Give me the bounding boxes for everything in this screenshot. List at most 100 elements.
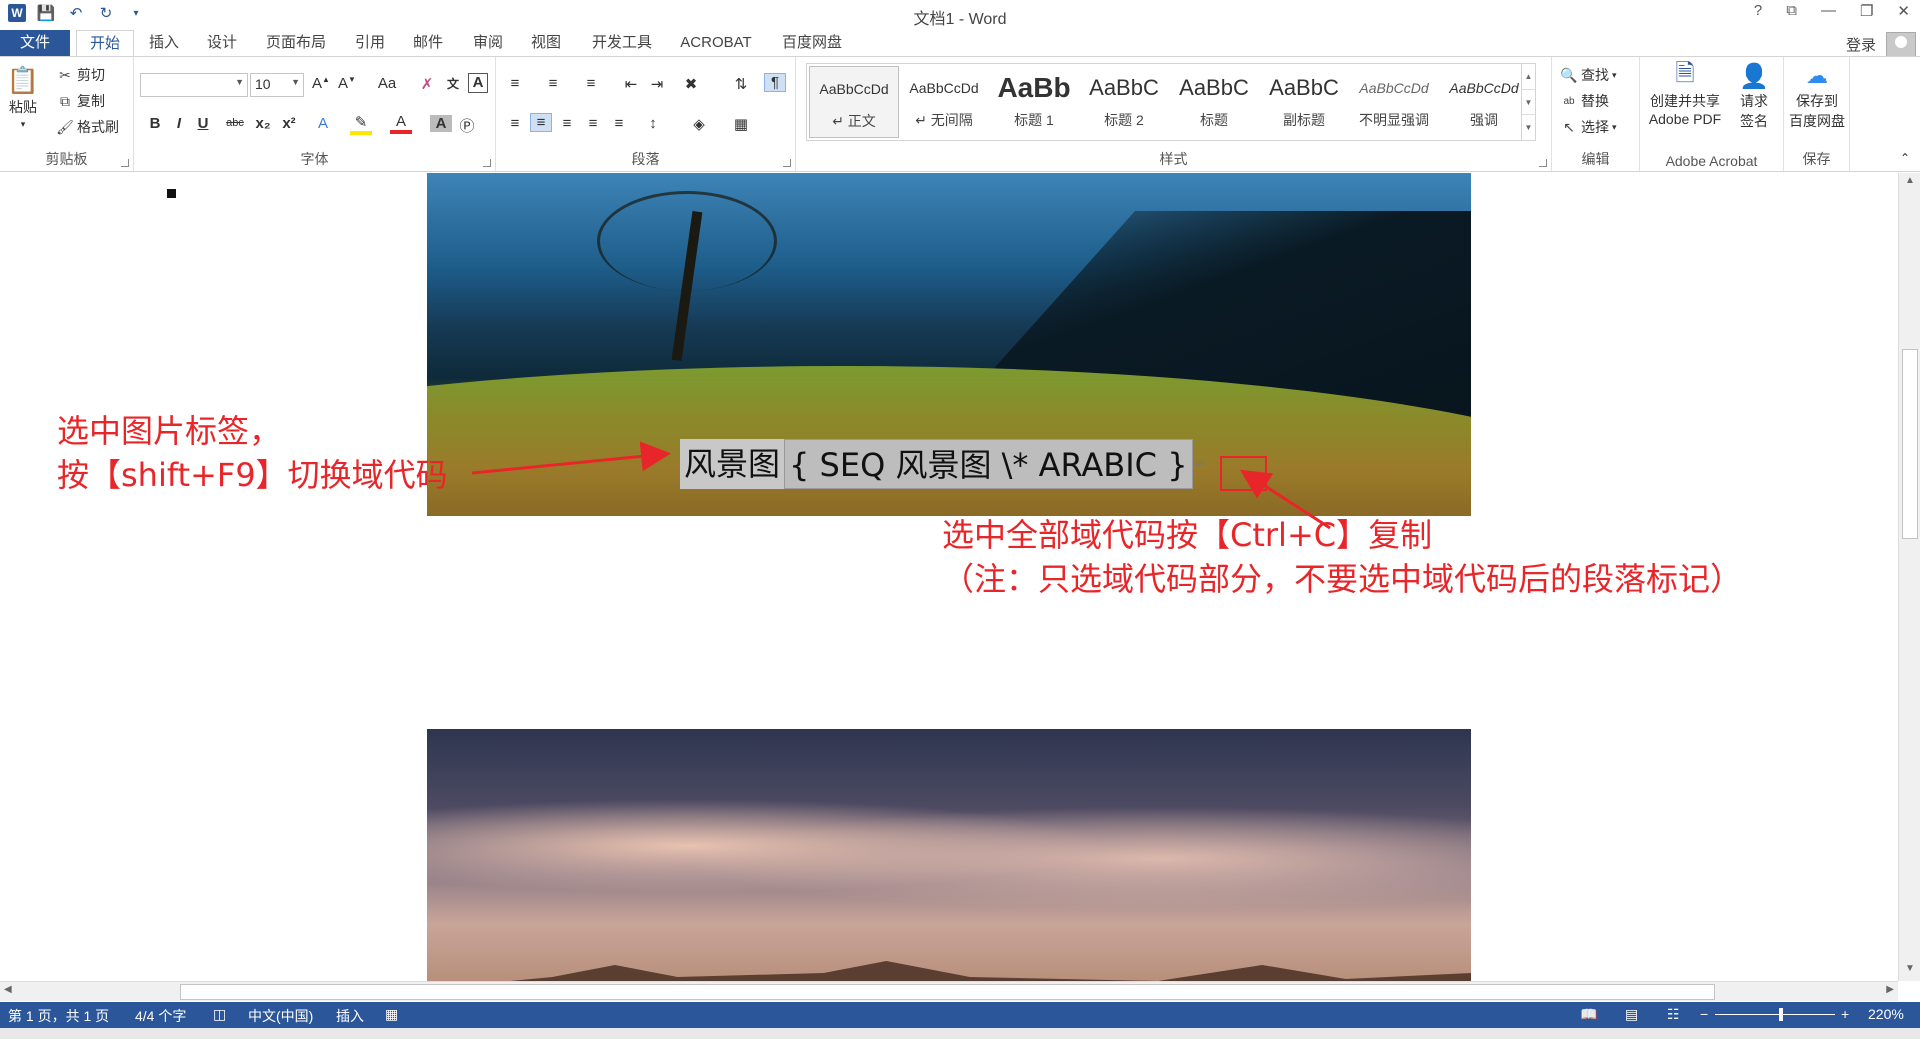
underline-button[interactable]: U [192,115,214,132]
tab-mailings[interactable]: 邮件 [404,30,452,56]
borders-icon[interactable]: ▦ [730,115,752,133]
login-link[interactable]: 登录 [1846,34,1876,55]
zoom-slider[interactable] [1715,1008,1835,1021]
style-title[interactable]: AaBbC 标题 [1169,66,1259,138]
tab-review[interactable]: 审阅 [464,30,512,56]
tab-home[interactable]: 开始 [76,30,134,57]
document-canvas[interactable]: 选中图片标签， 按【shift+F9】切换域代码 风景图 { SEQ 风景图 \… [0,173,1898,981]
collapse-ribbon-icon[interactable]: ⌃ [1900,151,1910,165]
char-border-icon[interactable]: A [468,73,488,93]
tab-baidu-netdisk[interactable]: 百度网盘 [772,30,852,56]
bold-button[interactable]: B [144,115,166,132]
bullets-icon[interactable]: ≡ [504,75,526,92]
landscape-image-2[interactable] [427,729,1471,981]
avatar[interactable] [1886,32,1916,58]
vertical-scrollbar[interactable]: ▲ ▼ [1898,173,1920,981]
scroll-right-icon[interactable]: ▶ [1886,984,1894,995]
scroll-thumb[interactable] [180,984,1715,1000]
font-launcher-icon[interactable] [483,159,491,167]
italic-button[interactable]: I [168,115,190,132]
numbering-icon[interactable]: ≡ [542,75,564,92]
phonetic-guide-icon[interactable]: 文 [442,75,464,92]
style-emphasis[interactable]: AaBbCcDd 强调 [1439,66,1529,138]
more-styles-icon[interactable]: ▼ [1522,114,1535,139]
zoom-in-icon[interactable]: + [1841,1006,1849,1022]
increase-indent-icon[interactable]: ⇥ [646,75,668,93]
style-heading-2[interactable]: AaBbC 标题 2 [1079,66,1169,138]
chevron-down-icon[interactable]: ▼ [1522,89,1535,114]
find-button[interactable]: 🔍 查找 ▾ [1560,65,1616,85]
sort-icon[interactable]: ⇅ [730,75,752,93]
replace-button[interactable]: ab 替换 [1560,91,1609,111]
justify-icon[interactable]: ≡ [582,115,604,132]
style-heading-1[interactable]: AaBb 标题 1 [989,66,1079,138]
print-layout-icon[interactable]: ▤ [1625,1006,1638,1023]
show-marks-icon[interactable]: ¶ [764,73,786,92]
style-subtle-emphasis[interactable]: AaBbCcDd 不明显强调 [1349,66,1439,138]
subscript-button[interactable]: x₂ [252,115,274,132]
strikethrough-button[interactable]: abc [222,117,248,129]
ribbon-display-icon[interactable]: ⧉ [1786,2,1797,20]
close-icon[interactable]: ✕ [1897,2,1910,20]
proofing-icon[interactable]: ◫ [213,1006,226,1023]
scroll-down-icon[interactable]: ▼ [1902,963,1918,979]
tab-developer[interactable]: 开发工具 [582,30,662,56]
styles-launcher-icon[interactable] [1539,159,1547,167]
macro-icon[interactable]: ▦ [385,1006,398,1023]
page-indicator[interactable]: 第 1 页，共 1 页 [8,1006,109,1026]
enclose-char-icon[interactable]: Ⓟ [456,115,478,136]
tab-view[interactable]: 视图 [522,30,570,56]
align-right-icon[interactable]: ≡ [556,115,578,132]
line-spacing-icon[interactable]: ↕ [642,115,664,132]
tab-page-layout[interactable]: 页面布局 [258,30,334,56]
style-subtitle[interactable]: AaBbC 副标题 [1259,66,1349,138]
tab-file[interactable]: 文件 [0,30,70,56]
highlight-icon[interactable]: ✎ [350,113,372,135]
tab-acrobat[interactable]: ACROBAT [674,30,758,56]
create-share-pdf-button[interactable]: 🗎 创建并共享 Adobe PDF [1646,60,1724,128]
tab-references[interactable]: 引用 [346,30,394,56]
chevron-up-icon[interactable]: ▲ [1522,64,1535,89]
decrease-indent-icon[interactable]: ⇤ [620,75,642,93]
caption-label[interactable]: 风景图 [680,439,785,489]
zoom-out-icon[interactable]: − [1700,1006,1708,1022]
select-button[interactable]: ↖ 选择 ▾ [1560,117,1616,137]
shrink-font-icon[interactable]: A▼ [336,75,358,92]
zoom-slider-knob[interactable] [1779,1008,1783,1021]
distribute-icon[interactable]: ≡ [608,115,630,132]
copy-button[interactable]: ⧉ 复制 [56,91,105,111]
change-case-button[interactable]: Aa [370,75,404,92]
scroll-left-icon[interactable]: ◀ [4,984,12,995]
style-no-spacing[interactable]: AaBbCcDd ↵ 无间隔 [899,66,989,138]
restore-icon[interactable]: ❐ [1860,2,1873,20]
multilevel-list-icon[interactable]: ≡ [580,75,602,92]
zoom-level[interactable]: 220% [1868,1006,1904,1022]
align-left-icon[interactable]: ≡ [504,115,526,132]
scroll-up-icon[interactable]: ▲ [1902,175,1918,191]
superscript-button[interactable]: x² [278,115,300,132]
word-count[interactable]: 4/4 个字 [135,1006,186,1026]
language-indicator[interactable]: 中文(中国) [248,1006,313,1026]
font-color-icon[interactable]: A [390,113,412,134]
paragraph-launcher-icon[interactable] [783,159,791,167]
grow-font-icon[interactable]: A▲ [310,75,332,92]
help-icon[interactable]: ? [1754,2,1762,20]
styles-scroller[interactable]: ▲ ▼ ▼ [1521,64,1535,140]
figure-caption[interactable]: 风景图 { SEQ 风景图 \* ARABIC } ↵ [680,439,1205,489]
horizontal-scrollbar[interactable]: ◀ ▶ [0,981,1898,1001]
font-name-combo[interactable]: ▼ [140,73,248,97]
field-code[interactable]: { SEQ 风景图 \* ARABIC } [784,439,1193,489]
scroll-thumb[interactable] [1902,349,1918,539]
cut-button[interactable]: ✂ 剪切 [56,65,105,85]
paste-dropdown-icon[interactable]: ▾ [21,119,26,130]
format-painter-button[interactable]: 🖌 格式刷 [56,117,119,137]
char-shading-icon[interactable]: A [430,115,452,132]
request-signature-button[interactable]: 👤 请求 签名 [1732,61,1776,131]
style-normal[interactable]: AaBbCcDd ↵ 正文 [809,66,899,138]
text-effects-icon[interactable]: A [312,115,334,132]
shading-icon[interactable]: ◈ [688,115,710,133]
save-to-baidu-button[interactable]: ☁ 保存到 百度网盘 [1788,61,1846,131]
align-center-icon[interactable]: ≡ [530,113,552,132]
font-size-combo[interactable]: 10 ▼ [250,73,304,97]
tab-insert[interactable]: 插入 [140,30,188,56]
